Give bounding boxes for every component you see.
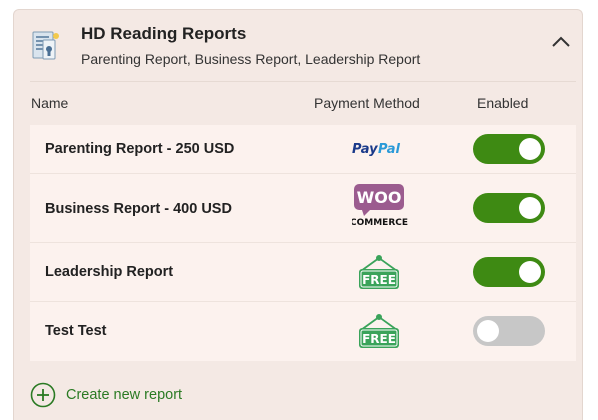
column-header-enabled: Enabled — [477, 95, 529, 111]
toggle-knob — [519, 197, 541, 219]
table-row[interactable]: Parenting Report - 250 USD Pay Pal — [30, 125, 576, 174]
table-row[interactable]: Test Test FREE — [30, 302, 576, 361]
column-header-payment-method: Payment Method — [314, 95, 420, 111]
column-header-name: Name — [31, 95, 69, 111]
table-row[interactable]: Business Report - 400 USD WOO COMMERCE — [30, 174, 576, 243]
enabled-toggle[interactable] — [473, 193, 545, 223]
card-header[interactable]: HD Reading Reports Parenting Report, Bus… — [14, 10, 582, 82]
free-tag-icon: FREE — [356, 312, 402, 355]
free-tag-icon: FREE — [356, 253, 402, 296]
toggle-knob — [519, 138, 541, 160]
enabled-toggle[interactable] — [473, 134, 545, 164]
woo-logo-subtext: COMMERCE — [352, 218, 408, 228]
header-divider — [30, 81, 576, 82]
card-title: HD Reading Reports — [81, 24, 247, 43]
report-name: Business Report - 400 USD — [45, 201, 232, 217]
report-table: Parenting Report - 250 USD Pay Pal Busin… — [30, 125, 576, 361]
plus-circle-icon — [30, 382, 56, 408]
paypal-logo: Pay Pal — [350, 138, 406, 165]
card-subtitle: Parenting Report, Business Report, Leade… — [81, 51, 421, 67]
create-new-report-label: Create new report — [66, 387, 183, 403]
table-row[interactable]: Leadership Report FREE — [30, 243, 576, 302]
report-list-icon — [30, 28, 64, 62]
paypal-logo-text-pay: Pay — [352, 142, 378, 157]
toggle-knob — [519, 261, 541, 283]
free-tag-text: FREE — [362, 332, 396, 346]
paypal-logo-text-pal: Pal — [378, 142, 400, 157]
toggle-knob — [477, 320, 499, 342]
report-group-card: HD Reading Reports Parenting Report, Bus… — [13, 9, 583, 420]
enabled-toggle[interactable] — [473, 257, 545, 287]
woocommerce-logo: WOO COMMERCE — [350, 184, 408, 233]
report-name: Test Test — [45, 323, 107, 339]
chevron-up-icon[interactable] — [551, 34, 571, 48]
free-tag-text: FREE — [362, 273, 396, 287]
report-name: Leadership Report — [45, 264, 174, 280]
enabled-toggle[interactable] — [473, 316, 545, 346]
woo-logo-text: WOO — [357, 188, 402, 207]
report-name: Parenting Report - 250 USD — [45, 141, 235, 157]
